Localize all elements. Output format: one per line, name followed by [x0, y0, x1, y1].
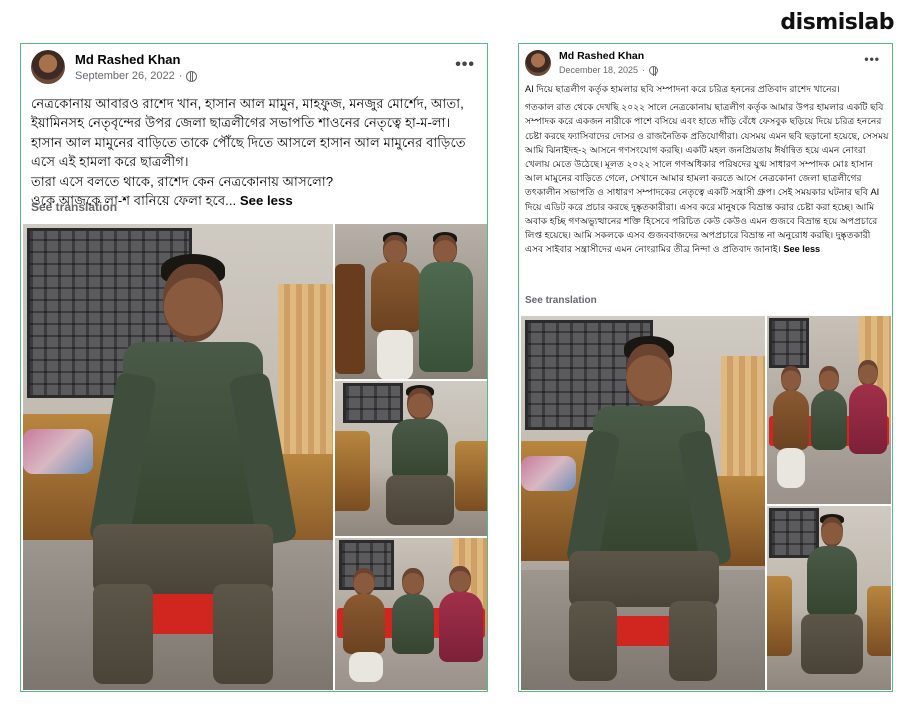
thumbnail-photo[interactable]: [767, 506, 891, 690]
post-paragraph-text: গতকাল রাত থেকে দেখছি ২০২২ সালে নেত্রকোনা…: [525, 102, 889, 255]
post-body: AI দিয়ে ছাত্রলীগ কর্তৃক হামলার ছবি সম্প…: [525, 82, 889, 256]
facebook-post-2022: Md Rashed Khan September 26, 2022 · ••• …: [20, 43, 488, 692]
thumbnail-photo[interactable]: [335, 538, 487, 690]
thumbnail-photo[interactable]: [767, 316, 891, 504]
dismislab-logo: dismislab: [780, 10, 894, 35]
avatar[interactable]: [525, 50, 551, 76]
post-body: নেত্রকোনায় আবারও রাশেদ খান, হাসান আল মা…: [31, 94, 481, 210]
post-line: তারা এসে বলতে থাকে, রাশেদ কেন নেত্রকোনায…: [31, 173, 334, 189]
post-date[interactable]: December 18, 2025: [559, 65, 638, 75]
globe-icon: [186, 70, 198, 82]
meta-separator: ·: [642, 65, 646, 75]
avatar[interactable]: [31, 50, 65, 84]
main-photo[interactable]: [521, 316, 765, 690]
author-name[interactable]: Md Rashed Khan: [559, 50, 644, 62]
see-less-link[interactable]: See less: [783, 244, 820, 254]
meta-separator: ·: [178, 70, 183, 82]
more-options-icon[interactable]: •••: [864, 52, 880, 66]
post-header: Md Rashed Khan September 26, 2022 · •••: [31, 50, 477, 90]
post-meta: September 26, 2022 ·: [75, 70, 198, 82]
see-less-link[interactable]: See less: [240, 193, 293, 208]
thumbnail-photo[interactable]: [335, 224, 487, 379]
post-line: এসে এই হামলা করে ছাত্রলীগ।: [31, 154, 189, 170]
see-translation-link[interactable]: See translation: [525, 295, 597, 306]
post-date[interactable]: September 26, 2022: [75, 70, 175, 82]
facebook-post-2025: Md Rashed Khan December 18, 2025 · ••• A…: [518, 43, 893, 692]
post-line: নেত্রকোনায় আবারও রাশেদ খান, হাসান আল মা…: [31, 96, 464, 111]
post-line: হাসান আল মামুনের বাড়িতে তাকে পৌঁছে দিতে…: [31, 134, 466, 150]
post-meta: December 18, 2025 ·: [559, 65, 659, 76]
post-line: ইয়ামিনসহ নেতৃবৃন্দের উপর জেলা ছাত্রলীগে…: [31, 115, 451, 131]
post-paragraph: গতকাল রাত থেকে দেখছি ২০২২ সালে নেত্রকোনা…: [525, 100, 889, 256]
globe-icon: [649, 65, 659, 76]
thumbnail-photo[interactable]: [335, 381, 487, 536]
see-translation-link[interactable]: See translation: [31, 200, 117, 214]
author-name[interactable]: Md Rashed Khan: [75, 52, 180, 67]
post-intro: AI দিয়ে ছাত্রলীগ কর্তৃক হামলার ছবি সম্প…: [525, 84, 840, 94]
main-photo[interactable]: [23, 224, 333, 690]
more-options-icon[interactable]: •••: [455, 56, 475, 74]
